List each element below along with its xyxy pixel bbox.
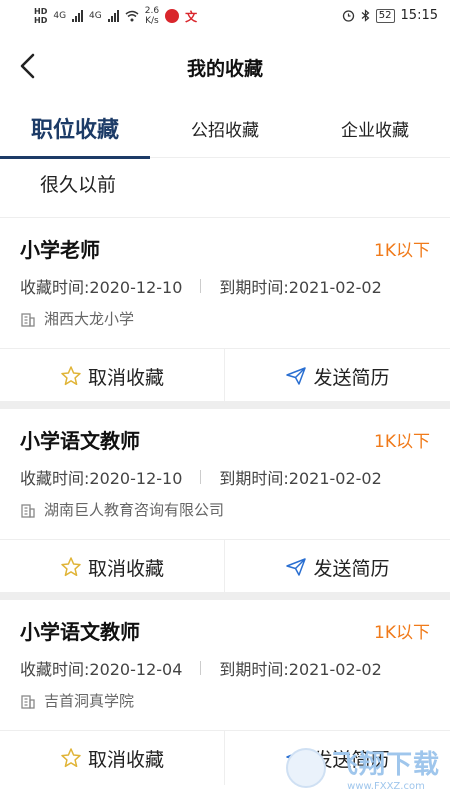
bluetooth-icon <box>361 9 370 22</box>
company-row: 湖南巨人教育咨询有限公司 <box>20 499 224 520</box>
star-outline-icon <box>61 748 81 768</box>
network-speed: 2.6 K/s <box>145 6 159 26</box>
section-header: 很久以前 <box>40 174 117 196</box>
chevron-left-icon <box>20 53 35 79</box>
tab-label: 公招收藏 <box>191 120 259 141</box>
send-resume-label: 发送简历 <box>313 557 390 580</box>
tab-job-favorites[interactable]: 职位收藏 <box>0 98 150 159</box>
watermark-url: www.FXXZ.com <box>347 781 425 792</box>
speed-value: 2.6 <box>144 6 160 16</box>
page-title: 我的收藏 <box>186 58 263 80</box>
cancel-favorite-label: 取消收藏 <box>87 557 164 580</box>
paper-plane-icon <box>286 558 307 576</box>
hd-top: HD <box>34 7 48 16</box>
job-card[interactable]: 小学语文教师 1K以下 收藏时间:2020-12-10 到期时间:2021-02… <box>0 408 450 594</box>
company-name: 吉首洞真学院 <box>44 692 135 710</box>
clock: 15:15 <box>400 8 438 23</box>
tab-label: 企业收藏 <box>341 120 409 141</box>
paper-plane-icon <box>286 367 307 385</box>
cancel-favorite-label: 取消收藏 <box>87 748 164 771</box>
job-title: 小学语文教师 <box>20 429 140 453</box>
app-notification-icon <box>165 9 180 23</box>
watermark-title: 飞翔下载 <box>331 750 440 780</box>
salary-label: 1K以下 <box>374 623 430 643</box>
time-row: 收藏时间:2020-12-10 到期时间:2021-02-02 <box>20 274 382 298</box>
job-title: 小学语文教师 <box>20 620 140 644</box>
job-title: 小学老师 <box>20 238 100 262</box>
cancel-favorite-button[interactable]: 取消收藏 <box>0 731 225 785</box>
watermark: 飞翔下载 www.FXXZ.com <box>285 744 440 792</box>
status-left: HD HD 4G 4G 2.6 K/s 文 <box>34 6 197 26</box>
cancel-favorite-label: 取消收藏 <box>87 366 164 389</box>
watermark-text: 飞翔下载 www.FXXZ.com <box>332 744 440 792</box>
time-row: 收藏时间:2020-12-10 到期时间:2021-02-02 <box>20 465 382 489</box>
watermark-logo-icon <box>285 748 326 788</box>
back-button[interactable] <box>14 50 44 82</box>
alarm-icon <box>342 10 354 22</box>
building-icon <box>21 503 35 518</box>
send-resume-label: 发送简历 <box>313 366 390 389</box>
salary-label: 1K以下 <box>374 241 430 261</box>
expire-time: 到期时间:2021-02-02 <box>219 660 382 679</box>
tab-bar: 职位收藏 公招收藏 企业收藏 <box>0 98 450 159</box>
time-row: 收藏时间:2020-12-04 到期时间:2021-02-02 <box>20 656 382 680</box>
building-icon <box>21 694 35 709</box>
favorites-list: 小学老师 1K以下 收藏时间:2020-12-10 到期时间:2021-02-0… <box>0 217 450 785</box>
company-name: 湘西大龙小学 <box>44 310 135 328</box>
collect-time: 收藏时间:2020-12-04 <box>20 660 183 679</box>
hd-bottom: HD <box>34 16 48 25</box>
signal-icon-2 <box>107 10 119 22</box>
divider <box>200 279 202 293</box>
send-resume-button[interactable]: 发送简历 <box>225 540 450 594</box>
app-notification-icon-2: 文 <box>185 9 198 24</box>
divider <box>200 470 202 484</box>
star-outline-icon <box>61 557 81 577</box>
company-row: 湘西大龙小学 <box>20 308 134 329</box>
star-outline-icon <box>61 366 81 386</box>
divider <box>200 661 202 675</box>
salary-label: 1K以下 <box>374 432 430 452</box>
collect-time: 收藏时间:2020-12-10 <box>20 278 183 297</box>
tab-public-recruit-favorites[interactable]: 公招收藏 <box>150 98 300 158</box>
collect-time: 收藏时间:2020-12-10 <box>20 469 183 488</box>
expire-time: 到期时间:2021-02-02 <box>219 278 382 297</box>
hd-indicator: HD HD <box>34 7 47 25</box>
tab-active-indicator <box>0 156 150 159</box>
card-actions: 取消收藏 发送简历 <box>0 539 450 594</box>
job-card[interactable]: 小学老师 1K以下 收藏时间:2020-12-10 到期时间:2021-02-0… <box>0 217 450 403</box>
company-name: 湖南巨人教育咨询有限公司 <box>44 501 225 519</box>
cancel-favorite-button[interactable]: 取消收藏 <box>0 349 225 403</box>
tab-label: 职位收藏 <box>30 118 119 143</box>
tab-company-favorites[interactable]: 企业收藏 <box>300 98 450 158</box>
nav-bar: 我的收藏 <box>0 34 450 98</box>
signal-icon <box>72 10 84 22</box>
network-type-1: 4G <box>53 11 67 21</box>
status-bar: HD HD 4G 4G 2.6 K/s 文 52 15:15 <box>0 0 450 34</box>
building-icon <box>21 312 35 327</box>
network-type-2: 4G <box>89 11 102 21</box>
card-actions: 取消收藏 发送简历 <box>0 348 450 403</box>
battery-icon: 52 <box>375 8 395 23</box>
cancel-favorite-button[interactable]: 取消收藏 <box>0 540 225 594</box>
send-resume-button[interactable]: 发送简历 <box>225 349 450 403</box>
expire-time: 到期时间:2021-02-02 <box>219 469 382 488</box>
status-right: 52 15:15 <box>342 8 438 23</box>
company-row: 吉首洞真学院 <box>20 690 134 711</box>
wifi-icon <box>125 10 139 22</box>
speed-unit: K/s <box>145 16 159 26</box>
